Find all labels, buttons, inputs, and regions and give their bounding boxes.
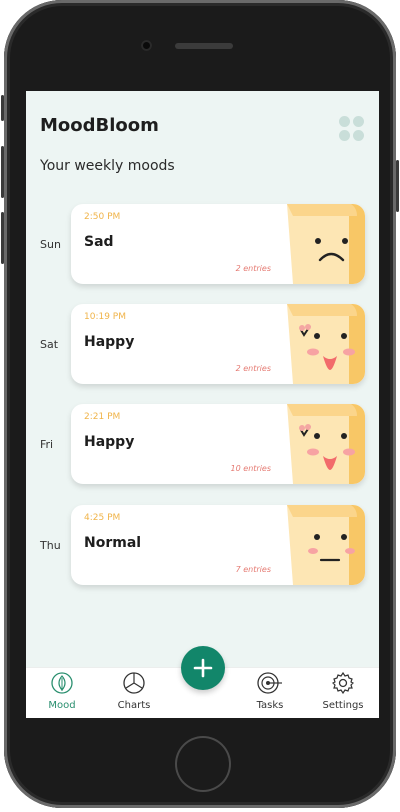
plus-icon	[193, 658, 213, 678]
mood-card[interactable]: 4:25 PM Normal 7 entries	[71, 505, 365, 585]
front-camera	[141, 40, 152, 51]
app-title: MoodBloom	[40, 115, 159, 136]
day-label: Thu	[40, 539, 61, 552]
entry-time: 2:50 PM	[84, 212, 121, 222]
tab-mood[interactable]: Mood	[32, 672, 92, 711]
happy-toast-icon	[287, 404, 365, 484]
mood-name: Normal	[84, 535, 142, 551]
entry-count: 2 entries	[235, 264, 271, 273]
day-label: Sun	[40, 238, 61, 251]
tab-tasks[interactable]: Tasks	[240, 672, 300, 711]
day-label: Fri	[40, 438, 54, 451]
neutral-toast-icon	[287, 505, 365, 585]
sad-toast-icon	[287, 204, 365, 284]
gear-icon	[331, 671, 355, 695]
volume-down-button	[1, 212, 4, 264]
mood-card[interactable]: 2:21 PM Happy 10 entries	[71, 404, 365, 484]
tab-label: Charts	[117, 700, 151, 711]
phone-frame: MoodBloom Your weekly moods Sun 2:50 PM …	[1, 0, 399, 808]
entry-count: 7 entries	[235, 565, 271, 574]
entry-count: 2 entries	[235, 364, 271, 373]
happy-toast-icon	[287, 304, 365, 384]
pie-chart-icon	[123, 672, 145, 694]
volume-up-button	[1, 146, 4, 198]
tab-label: Mood	[48, 700, 76, 711]
home-button[interactable]	[175, 736, 231, 792]
leaf-icon	[51, 672, 73, 694]
entry-time: 10:19 PM	[84, 312, 126, 322]
tab-label: Tasks	[256, 700, 284, 711]
mood-card[interactable]: 10:19 PM Happy 2 entries	[71, 304, 365, 384]
app-screen: MoodBloom Your weekly moods Sun 2:50 PM …	[26, 91, 379, 718]
target-icon	[257, 672, 282, 694]
tab-label: Settings	[322, 700, 364, 711]
entry-count: 10 entries	[230, 464, 271, 473]
bottom-tab-bar: Mood Charts Tasks Settings	[26, 646, 379, 718]
entry-time: 2:21 PM	[84, 412, 121, 422]
entry-time: 4:25 PM	[84, 513, 121, 523]
tab-charts[interactable]: Charts	[104, 672, 164, 711]
grid-icon[interactable]	[339, 116, 365, 142]
mood-name: Happy	[84, 334, 135, 350]
silent-switch	[1, 95, 4, 121]
page-subtitle: Your weekly moods	[40, 158, 175, 174]
power-button	[396, 160, 399, 212]
add-entry-button[interactable]	[181, 646, 225, 690]
day-label: Sat	[40, 338, 59, 351]
earpiece-speaker	[175, 43, 233, 49]
mood-name: Sad	[84, 234, 114, 250]
mood-name: Happy	[84, 434, 135, 450]
tab-settings[interactable]: Settings	[313, 671, 373, 711]
mood-card[interactable]: 2:50 PM Sad 2 entries	[71, 204, 365, 284]
